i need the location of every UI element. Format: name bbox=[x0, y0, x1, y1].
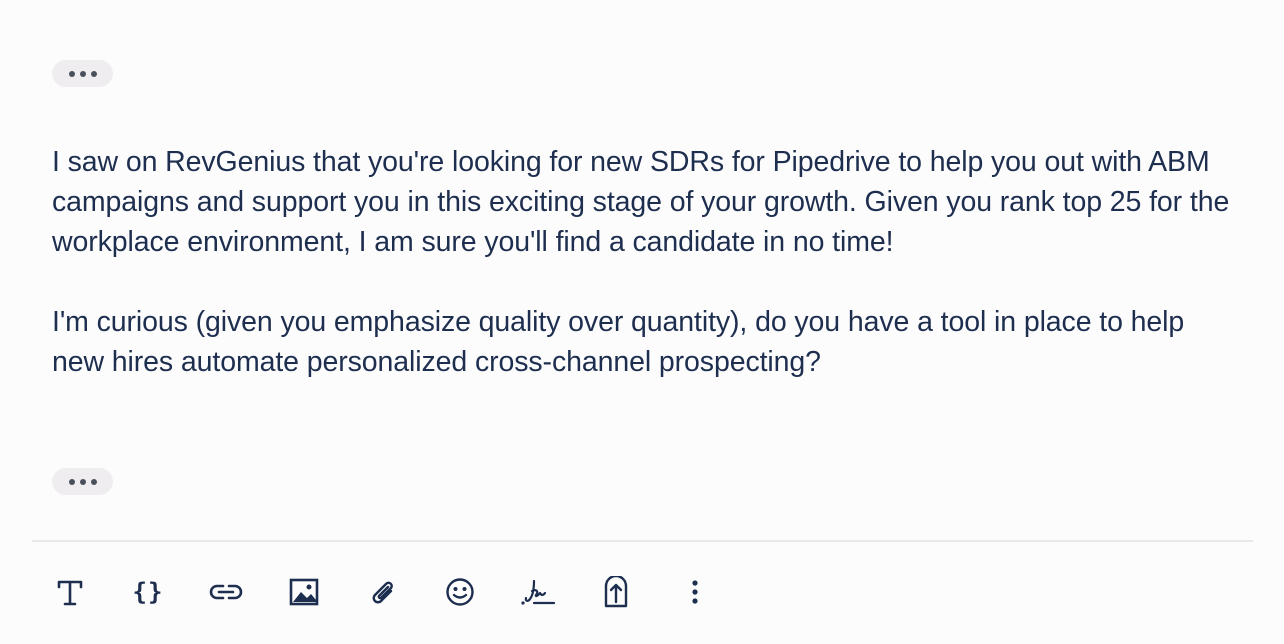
dot bbox=[79, 70, 86, 77]
emoji-button[interactable] bbox=[440, 572, 480, 612]
dot bbox=[90, 478, 97, 485]
signature-icon bbox=[521, 579, 556, 605]
insert-link-button[interactable] bbox=[206, 572, 246, 612]
insert-image-button[interactable] bbox=[284, 572, 324, 612]
show-trimmed-content-button-bottom[interactable] bbox=[52, 468, 113, 495]
show-trimmed-content-button-top[interactable] bbox=[52, 60, 113, 87]
attach-file-button[interactable] bbox=[362, 572, 402, 612]
attachment-icon bbox=[372, 581, 393, 604]
message-paragraph-1: I saw on RevGenius that you're looking f… bbox=[52, 146, 1230, 258]
formatting-toolbar: {} bbox=[0, 572, 1284, 612]
upload-icon bbox=[604, 576, 628, 608]
image-icon bbox=[289, 578, 319, 606]
email-composer: I saw on RevGenius that you're looking f… bbox=[0, 0, 1284, 644]
dot bbox=[68, 70, 75, 77]
emoji-icon bbox=[446, 578, 474, 606]
dot bbox=[90, 70, 97, 77]
signature-button[interactable] bbox=[518, 572, 558, 612]
dot bbox=[79, 478, 86, 485]
text-format-button[interactable] bbox=[50, 572, 90, 612]
message-body[interactable]: I saw on RevGenius that you're looking f… bbox=[52, 142, 1242, 382]
variables-button[interactable]: {} bbox=[128, 572, 168, 612]
dot bbox=[68, 478, 75, 485]
variables-icon: {} bbox=[132, 578, 164, 606]
message-paragraph-2: I'm curious (given you emphasize quality… bbox=[52, 306, 1185, 378]
more-options-button[interactable] bbox=[675, 572, 715, 612]
more-options-icon bbox=[692, 580, 698, 604]
link-icon bbox=[209, 584, 243, 600]
upload-button[interactable] bbox=[596, 572, 636, 612]
text-format-icon bbox=[57, 580, 83, 606]
toolbar-divider bbox=[32, 540, 1253, 542]
